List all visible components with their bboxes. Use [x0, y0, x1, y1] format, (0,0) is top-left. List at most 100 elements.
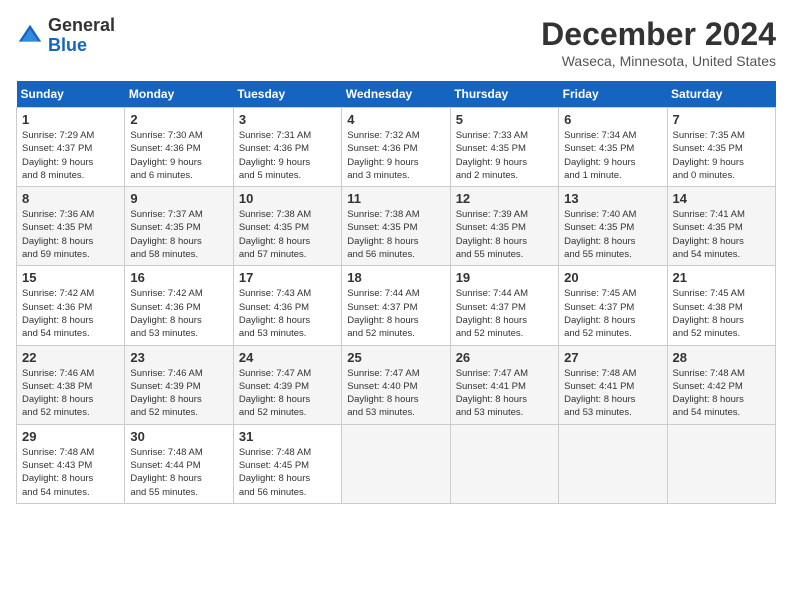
day-number: 28	[673, 350, 770, 365]
day-number: 3	[239, 112, 336, 127]
day-info: Sunrise: 7:44 AM Sunset: 4:37 PM Dayligh…	[456, 287, 553, 340]
day-info: Sunrise: 7:31 AM Sunset: 4:36 PM Dayligh…	[239, 129, 336, 182]
day-info: Sunrise: 7:43 AM Sunset: 4:36 PM Dayligh…	[239, 287, 336, 340]
day-number: 24	[239, 350, 336, 365]
day-header-thursday: Thursday	[450, 81, 558, 108]
day-number: 15	[22, 270, 119, 285]
calendar-cell	[559, 424, 667, 503]
day-info: Sunrise: 7:30 AM Sunset: 4:36 PM Dayligh…	[130, 129, 227, 182]
day-info: Sunrise: 7:42 AM Sunset: 4:36 PM Dayligh…	[130, 287, 227, 340]
calendar-cell	[667, 424, 775, 503]
day-info: Sunrise: 7:48 AM Sunset: 4:43 PM Dayligh…	[22, 446, 119, 499]
month-title: December 2024	[541, 16, 776, 53]
day-number: 19	[456, 270, 553, 285]
calendar-cell: 24Sunrise: 7:47 AM Sunset: 4:39 PM Dayli…	[233, 345, 341, 424]
day-info: Sunrise: 7:41 AM Sunset: 4:35 PM Dayligh…	[673, 208, 770, 261]
logo: General Blue	[16, 16, 115, 56]
day-number: 23	[130, 350, 227, 365]
calendar-cell: 31 Sunrise: 7:48 AM Sunset: 4:45 PM Dayli…	[233, 424, 341, 503]
day-header-wednesday: Wednesday	[342, 81, 450, 108]
day-header-saturday: Saturday	[667, 81, 775, 108]
day-info: Sunrise: 7:44 AM Sunset: 4:37 PM Dayligh…	[347, 287, 444, 340]
day-number: 26	[456, 350, 553, 365]
calendar-cell: 11Sunrise: 7:38 AM Sunset: 4:35 PM Dayli…	[342, 187, 450, 266]
calendar-cell: 19 Sunrise: 7:44 AM Sunset: 4:37 PM Dayli…	[450, 266, 558, 345]
calendar-cell: 17 Sunrise: 7:43 AM Sunset: 4:36 PM Dayli…	[233, 266, 341, 345]
calendar-cell: 22 Sunrise: 7:46 AM Sunset: 4:38 PM Dayli…	[17, 345, 125, 424]
calendar-cell: 27Sunrise: 7:48 AM Sunset: 4:41 PM Dayli…	[559, 345, 667, 424]
day-number: 10	[239, 191, 336, 206]
calendar-cell	[342, 424, 450, 503]
calendar-cell: 7Sunrise: 7:35 AM Sunset: 4:35 PM Daylig…	[667, 108, 775, 187]
day-info: Sunrise: 7:40 AM Sunset: 4:35 PM Dayligh…	[564, 208, 661, 261]
day-info: Sunrise: 7:39 AM Sunset: 4:35 PM Dayligh…	[456, 208, 553, 261]
day-info: Sunrise: 7:45 AM Sunset: 4:38 PM Dayligh…	[673, 287, 770, 340]
calendar-cell: 26 Sunrise: 7:47 AM Sunset: 4:41 PM Dayli…	[450, 345, 558, 424]
day-number: 18	[347, 270, 444, 285]
day-info: Sunrise: 7:36 AM Sunset: 4:35 PM Dayligh…	[22, 208, 119, 261]
day-info: Sunrise: 7:48 AM Sunset: 4:44 PM Dayligh…	[130, 446, 227, 499]
calendar-cell: 1Sunrise: 7:29 AM Sunset: 4:37 PM Daylig…	[17, 108, 125, 187]
day-info: Sunrise: 7:48 AM Sunset: 4:45 PM Dayligh…	[239, 446, 336, 499]
logo-icon	[16, 22, 44, 50]
calendar-cell: 28Sunrise: 7:48 AM Sunset: 4:42 PM Dayli…	[667, 345, 775, 424]
calendar-cell: 5 Sunrise: 7:33 AM Sunset: 4:35 PM Daylig…	[450, 108, 558, 187]
calendar-week-1: 1Sunrise: 7:29 AM Sunset: 4:37 PM Daylig…	[17, 108, 776, 187]
day-number: 5	[456, 112, 553, 127]
calendar-cell: 16 Sunrise: 7:42 AM Sunset: 4:36 PM Dayli…	[125, 266, 233, 345]
day-info: Sunrise: 7:47 AM Sunset: 4:40 PM Dayligh…	[347, 367, 444, 420]
day-header-sunday: Sunday	[17, 81, 125, 108]
day-number: 13	[564, 191, 661, 206]
day-info: Sunrise: 7:37 AM Sunset: 4:35 PM Dayligh…	[130, 208, 227, 261]
calendar-cell: 20Sunrise: 7:45 AM Sunset: 4:37 PM Dayli…	[559, 266, 667, 345]
day-info: Sunrise: 7:48 AM Sunset: 4:41 PM Dayligh…	[564, 367, 661, 420]
day-number: 6	[564, 112, 661, 127]
calendar-cell: 25 Sunrise: 7:47 AM Sunset: 4:40 PM Dayli…	[342, 345, 450, 424]
day-info: Sunrise: 7:32 AM Sunset: 4:36 PM Dayligh…	[347, 129, 444, 182]
day-number: 2	[130, 112, 227, 127]
calendar-cell: 30 Sunrise: 7:48 AM Sunset: 4:44 PM Dayli…	[125, 424, 233, 503]
calendar-cell: 21 Sunrise: 7:45 AM Sunset: 4:38 PM Dayli…	[667, 266, 775, 345]
title-block: December 2024 Waseca, Minnesota, United …	[541, 16, 776, 69]
day-info: Sunrise: 7:34 AM Sunset: 4:35 PM Dayligh…	[564, 129, 661, 182]
day-info: Sunrise: 7:47 AM Sunset: 4:41 PM Dayligh…	[456, 367, 553, 420]
day-header-tuesday: Tuesday	[233, 81, 341, 108]
day-number: 29	[22, 429, 119, 444]
calendar-cell: 29 Sunrise: 7:48 AM Sunset: 4:43 PM Dayli…	[17, 424, 125, 503]
day-number: 8	[22, 191, 119, 206]
calendar-table: SundayMondayTuesdayWednesdayThursdayFrid…	[16, 81, 776, 504]
day-number: 20	[564, 270, 661, 285]
day-info: Sunrise: 7:29 AM Sunset: 4:37 PM Dayligh…	[22, 129, 119, 182]
day-number: 25	[347, 350, 444, 365]
day-number: 7	[673, 112, 770, 127]
day-number: 9	[130, 191, 227, 206]
day-info: Sunrise: 7:33 AM Sunset: 4:35 PM Dayligh…	[456, 129, 553, 182]
calendar-cell: 4 Sunrise: 7:32 AM Sunset: 4:36 PM Daylig…	[342, 108, 450, 187]
day-info: Sunrise: 7:46 AM Sunset: 4:38 PM Dayligh…	[22, 367, 119, 420]
day-number: 21	[673, 270, 770, 285]
day-number: 4	[347, 112, 444, 127]
day-number: 12	[456, 191, 553, 206]
calendar-cell: 18 Sunrise: 7:44 AM Sunset: 4:37 PM Dayli…	[342, 266, 450, 345]
day-number: 16	[130, 270, 227, 285]
calendar-week-5: 29 Sunrise: 7:48 AM Sunset: 4:43 PM Dayli…	[17, 424, 776, 503]
calendar-week-4: 22 Sunrise: 7:46 AM Sunset: 4:38 PM Dayli…	[17, 345, 776, 424]
calendar-cell: 6 Sunrise: 7:34 AM Sunset: 4:35 PM Daylig…	[559, 108, 667, 187]
logo-general-text: General	[48, 15, 115, 35]
calendar-cell: 23Sunrise: 7:46 AM Sunset: 4:39 PM Dayli…	[125, 345, 233, 424]
calendar-cell: 8 Sunrise: 7:36 AM Sunset: 4:35 PM Daylig…	[17, 187, 125, 266]
calendar-cell: 13 Sunrise: 7:40 AM Sunset: 4:35 PM Dayli…	[559, 187, 667, 266]
day-info: Sunrise: 7:38 AM Sunset: 4:35 PM Dayligh…	[347, 208, 444, 261]
calendar-cell: 9 Sunrise: 7:37 AM Sunset: 4:35 PM Daylig…	[125, 187, 233, 266]
day-number: 30	[130, 429, 227, 444]
calendar-cell: 14Sunrise: 7:41 AM Sunset: 4:35 PM Dayli…	[667, 187, 775, 266]
day-number: 22	[22, 350, 119, 365]
day-number: 17	[239, 270, 336, 285]
day-number: 31	[239, 429, 336, 444]
day-info: Sunrise: 7:38 AM Sunset: 4:35 PM Dayligh…	[239, 208, 336, 261]
calendar-header-row: SundayMondayTuesdayWednesdayThursdayFrid…	[17, 81, 776, 108]
location-text: Waseca, Minnesota, United States	[541, 53, 776, 69]
calendar-week-3: 15 Sunrise: 7:42 AM Sunset: 4:36 PM Dayli…	[17, 266, 776, 345]
calendar-cell: 3 Sunrise: 7:31 AM Sunset: 4:36 PM Daylig…	[233, 108, 341, 187]
day-header-monday: Monday	[125, 81, 233, 108]
